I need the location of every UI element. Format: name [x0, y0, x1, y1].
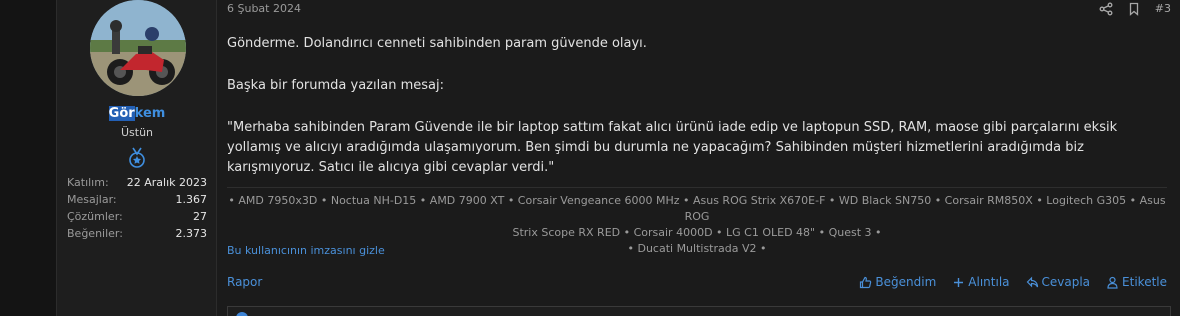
post-meta-bar: 6 Şubat 2024 #3: [227, 0, 1171, 20]
stat-label: Mesajlar:: [67, 193, 117, 206]
user-icon: [1106, 276, 1119, 289]
share-icon[interactable]: [1099, 1, 1113, 16]
signature-line: • AMD 7950x3D • Noctua NH-D15 • AMD 7900…: [228, 194, 1166, 223]
post-meta-actions: #3: [1099, 1, 1171, 16]
next-post-preview: [227, 306, 1171, 316]
post-date[interactable]: 6 Şubat 2024: [227, 2, 301, 15]
forum-post: Görkem Üstün Katılım: 22 Aralık 2023 Mes…: [56, 0, 1180, 316]
quote-button[interactable]: Alıntıla: [952, 275, 1010, 289]
stat-row-solutions: Çözümler: 27: [67, 208, 207, 225]
post-number-link[interactable]: #3: [1155, 2, 1171, 15]
quoted-message: "Merhaba sahibinden Param Güvende ile bi…: [227, 120, 1118, 175]
bookmark-icon[interactable]: [1127, 1, 1141, 16]
stat-value: 2.373: [175, 227, 208, 240]
report-link[interactable]: Rapor: [227, 275, 262, 289]
post-paragraph: Gönderme. Dolandırıcı cenneti sahibinden…: [227, 36, 647, 51]
hide-signature-link[interactable]: Bu kullanıcının imzasını gizle: [227, 244, 385, 257]
stat-label: Beğeniler:: [67, 227, 123, 240]
signature-divider: [227, 187, 1167, 188]
stat-value[interactable]: 1.367: [176, 191, 208, 208]
user-stats: Katılım: 22 Aralık 2023 Mesajlar: 1.367 …: [67, 174, 207, 242]
reply-label: Cevapla: [1041, 275, 1091, 289]
stat-value: 22 Aralık 2023: [126, 176, 207, 189]
tag-user-button[interactable]: Etiketle: [1106, 275, 1167, 289]
plus-icon: [952, 276, 965, 289]
user-title: Üstün: [120, 126, 154, 139]
thumbs-up-icon: [859, 276, 872, 289]
username-rest: kem: [134, 106, 166, 121]
stat-value: 27: [193, 210, 207, 223]
post-actions-bar: Rapor Beğendim Alıntıla Cevapla Etiketle: [227, 275, 1171, 293]
quote-label: Alıntıla: [968, 275, 1010, 289]
stat-row-joined: Katılım: 22 Aralık 2023: [67, 174, 207, 191]
medal-icon[interactable]: [127, 147, 147, 169]
username-highlight: Gör: [108, 106, 135, 121]
stat-row-likes: Beğeniler: 2.373: [67, 225, 207, 242]
stat-row-messages[interactable]: Mesajlar: 1.367: [67, 191, 207, 208]
tag-label: Etiketle: [1122, 275, 1167, 289]
stat-label: Çözümler:: [67, 210, 123, 223]
post-action-buttons: Beğendim Alıntıla Cevapla Etiketle: [859, 275, 1167, 289]
page: Görkem Üstün Katılım: 22 Aralık 2023 Mes…: [0, 0, 1180, 316]
avatar-motorcycle-photo: [90, 0, 186, 96]
user-info-panel: Görkem Üstün Katılım: 22 Aralık 2023 Mes…: [57, 0, 217, 316]
reply-button[interactable]: Cevapla: [1026, 275, 1091, 289]
post-paragraph: Başka bir forumda yazılan mesaj:: [227, 78, 444, 93]
stat-label: Katılım:: [67, 176, 109, 189]
user-avatar[interactable]: [90, 0, 186, 96]
info-icon: [236, 312, 248, 316]
like-label: Beğendim: [875, 275, 937, 289]
reply-arrow-icon: [1026, 276, 1039, 289]
like-button[interactable]: Beğendim: [859, 275, 936, 289]
signature-line: Strix Scope RX RED • Corsair 4000D • LG …: [512, 226, 882, 239]
post-content: 6 Şubat 2024 #3 Gönderme. Dolandırıcı ce…: [227, 0, 1171, 316]
username[interactable]: Görkem: [57, 106, 217, 121]
